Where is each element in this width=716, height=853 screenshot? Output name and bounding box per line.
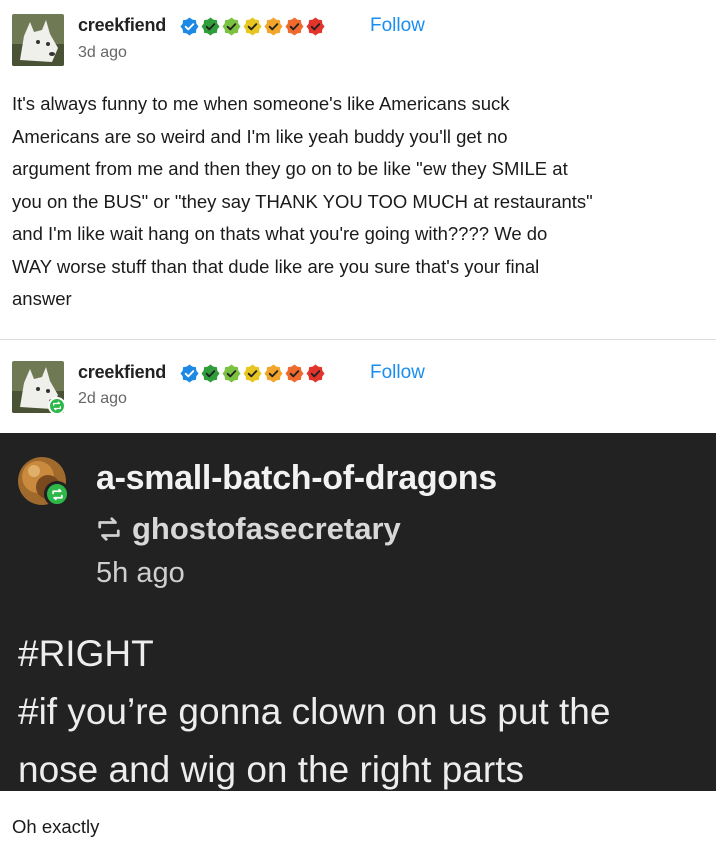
green-check-badge-icon	[201, 364, 220, 383]
blue-check-badge-icon	[180, 17, 199, 36]
post-body-line: argument from me and then they go on to …	[12, 158, 568, 179]
green-check-badge-icon	[201, 17, 220, 36]
divider	[0, 339, 716, 340]
post-body-line: and I'm like wait hang on thats what you…	[12, 223, 548, 244]
orange-check-badge-icon	[264, 364, 283, 383]
username[interactable]: creekfiend	[78, 362, 166, 383]
reblog-badge	[48, 397, 66, 415]
yellow-check-badge-icon	[243, 364, 262, 383]
reply-text: Oh exactly	[12, 816, 100, 837]
reblog-icon	[98, 517, 120, 541]
username[interactable]: creekfiend	[78, 15, 166, 36]
screenshot-tags: #RIGHT #if you’re gonna clown on us put …	[18, 625, 708, 799]
reblog-icon	[51, 488, 63, 500]
tag-line: #if you’re gonna clown on us put the	[18, 691, 611, 732]
badge-row	[180, 17, 325, 36]
avatar[interactable]	[12, 14, 64, 66]
tag-line: nose and wig on the right parts	[18, 749, 524, 790]
blue-check-badge-icon	[180, 364, 199, 383]
red-check-badge-icon	[306, 364, 325, 383]
orange-check-badge-icon	[264, 17, 283, 36]
badge-row	[180, 364, 325, 383]
timestamp: 2d ago	[78, 390, 127, 407]
post-header-1: creekfiend Follow 3d ago	[0, 0, 716, 66]
post-body-line: WAY worse stuff than that dude like are …	[12, 255, 540, 277]
lime-check-badge-icon	[222, 364, 241, 383]
follow-button[interactable]: Follow	[370, 362, 425, 384]
embedded-screenshot: a-small-batch-of-dragons ghostofasecreta…	[0, 433, 716, 791]
orange-red-check-badge-icon	[285, 17, 304, 36]
reblogged-from: ghostofasecretary	[96, 511, 401, 547]
tag-line: #RIGHT	[18, 633, 154, 674]
reblogged-from-username: ghostofasecretary	[132, 511, 401, 546]
reblog-icon	[53, 401, 61, 411]
screenshot-timestamp: 5h ago	[96, 557, 185, 589]
lime-check-badge-icon	[222, 17, 241, 36]
post-body-line: answer	[12, 288, 72, 309]
reblog-badge	[44, 481, 70, 507]
post-body: It's always funny to me when someone's l…	[12, 88, 702, 316]
post-body-line: Americans are so weird and I'm like yeah…	[12, 125, 508, 147]
timestamp: 3d ago	[78, 44, 127, 61]
orange-red-check-badge-icon	[285, 364, 304, 383]
post-header-2: creekfiend Follow 2d ago	[0, 355, 716, 415]
post-body-line: you on the BUS" or "they say THANK YOU T…	[12, 190, 593, 212]
dog-avatar-image	[12, 14, 64, 66]
screenshot-username: a-small-batch-of-dragons	[96, 459, 497, 497]
yellow-check-badge-icon	[243, 17, 262, 36]
red-check-badge-icon	[306, 17, 325, 36]
follow-button[interactable]: Follow	[370, 15, 425, 37]
post-body-line: It's always funny to me when someone's l…	[12, 93, 510, 114]
